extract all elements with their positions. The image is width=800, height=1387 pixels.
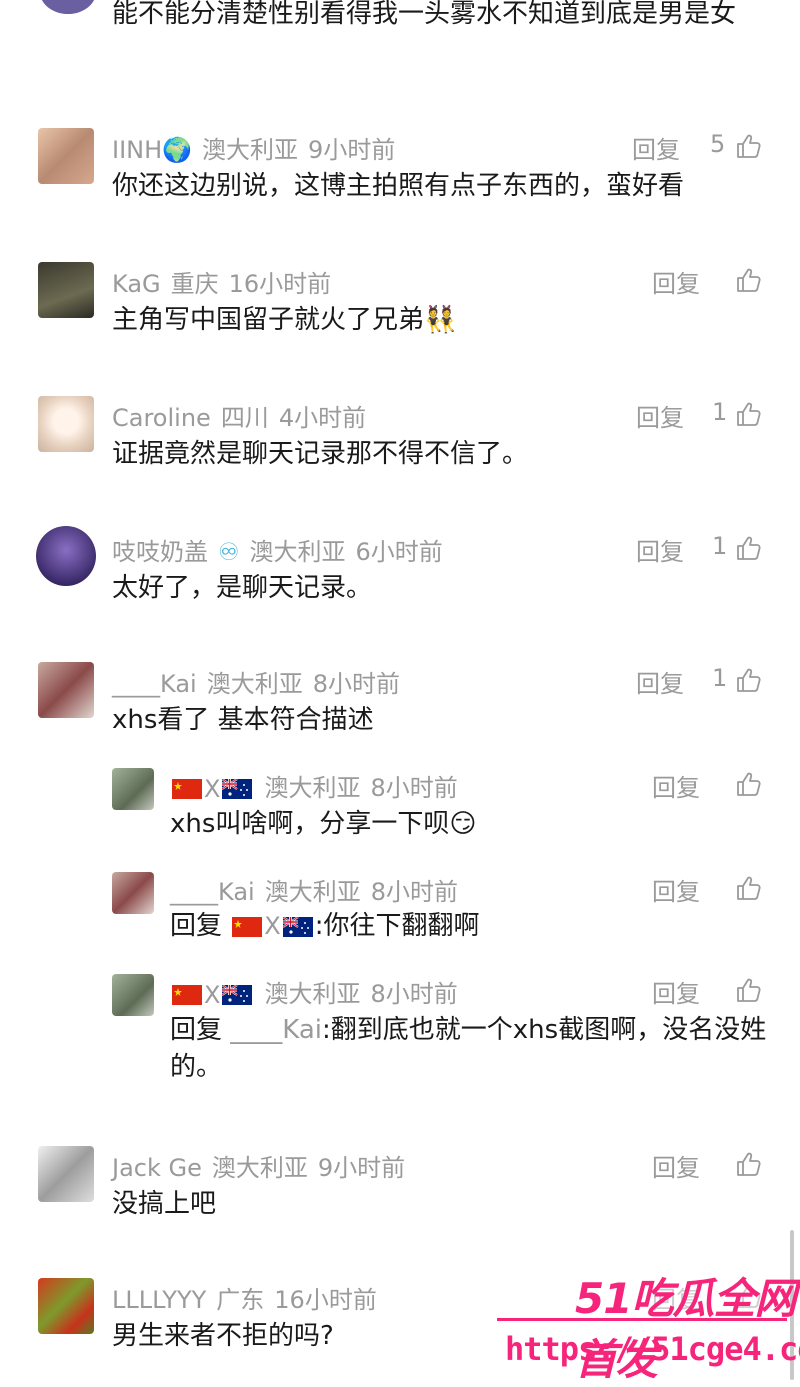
comment-meta: KaG 重庆 16小时前	[112, 270, 332, 298]
reply-text: 回复 X:你往下翻翻啊	[170, 911, 480, 941]
comment-meta: Caroline 四川 4小时前	[112, 404, 367, 432]
like-count: 1	[712, 664, 728, 692]
comment-text: 证据竟然是聊天记录那不得不信了。	[112, 439, 529, 469]
comment-meta: Jack Ge 澳大利亚 9小时前	[112, 1154, 406, 1182]
like-icon[interactable]	[734, 1150, 762, 1178]
avatar[interactable]	[112, 872, 154, 914]
avatar[interactable]	[38, 396, 94, 452]
australia-flag-icon	[283, 917, 313, 937]
like-icon[interactable]	[734, 770, 762, 798]
avatar[interactable]	[38, 1278, 94, 1334]
reply-button[interactable]: 回复	[652, 264, 700, 299]
user-name[interactable]: Caroline	[112, 404, 211, 432]
like-count: 1	[712, 532, 728, 560]
reply-text: xhs叫啥啊，分享一下呗😏	[170, 809, 477, 839]
mention[interactable]: ____Kai	[230, 1015, 322, 1045]
avatar[interactable]	[112, 768, 154, 810]
china-flag-icon	[172, 779, 202, 799]
comment-text: 太好了，是聊天记录。	[112, 573, 373, 603]
user-name[interactable]: 吱吱奶盖	[112, 538, 208, 566]
user-name[interactable]: KaG	[112, 270, 161, 298]
user-name[interactable]: LLLLYYY	[112, 1286, 206, 1314]
user-name[interactable]: ____Kai	[170, 878, 255, 906]
avatar[interactable]	[38, 128, 94, 184]
china-flag-icon	[232, 917, 262, 937]
australia-flag-icon	[222, 985, 252, 1005]
comment-text: 你还这边别说，这博主拍照有点子东西的，蛮好看	[112, 171, 685, 201]
reply-meta: X 澳大利亚 8小时前	[170, 974, 468, 1009]
reply-button[interactable]: 回复	[652, 1148, 700, 1183]
reply-text: 回复 ____Kai:翻到底也就一个xhs截图啊，没名没姓的。	[170, 1015, 767, 1082]
user-name[interactable]: ____Kai	[112, 670, 197, 698]
avatar[interactable]	[36, 526, 96, 586]
user-name[interactable]: Jack Ge	[112, 1154, 202, 1182]
reply-button[interactable]: 回复	[636, 532, 684, 567]
like-icon[interactable]	[734, 976, 762, 1004]
user-name[interactable]: IINH🌍	[112, 136, 192, 164]
comment-text: 能不能分清楚性别看得我一头雾水不知道到底是男是女	[112, 0, 737, 29]
comment-meta: LLLLYYY 广东 16小时前	[112, 1286, 377, 1314]
mention[interactable]: X	[230, 911, 314, 941]
like-icon[interactable]	[734, 534, 762, 562]
reply-button[interactable]: 回复	[652, 974, 700, 1009]
like-icon[interactable]	[734, 666, 762, 694]
comment-text: xhs看了 基本符合描述	[112, 705, 374, 735]
australia-flag-icon	[222, 779, 252, 799]
reply-meta: ____Kai 澳大利亚 8小时前	[170, 878, 458, 906]
like-icon[interactable]	[734, 400, 762, 428]
watermark-divider	[497, 1318, 787, 1321]
comment-meta: ____Kai 澳大利亚 8小时前	[112, 670, 400, 698]
like-count: 5	[710, 130, 726, 158]
user-name[interactable]: X	[170, 980, 254, 1009]
avatar[interactable]	[40, 0, 96, 14]
watermark-logo: 51吃瓜全网首发	[575, 1274, 796, 1384]
like-icon[interactable]	[734, 132, 762, 160]
comment-meta: IINH🌍 澳大利亚 9小时前	[112, 136, 396, 164]
avatar[interactable]	[38, 262, 94, 318]
like-count: 1	[712, 398, 728, 426]
avatar[interactable]	[112, 974, 154, 1016]
avatar[interactable]	[38, 662, 94, 718]
user-name[interactable]: X	[170, 774, 254, 803]
like-icon[interactable]	[734, 266, 762, 294]
watermark-url: https://51cge4.com	[505, 1330, 800, 1368]
comment-meta: 吱吱奶盖 ♾ 澳大利亚 6小时前	[112, 538, 443, 566]
like-icon[interactable]	[734, 874, 762, 902]
reply-button[interactable]: 回复	[636, 664, 684, 699]
reply-button[interactable]: 回复	[632, 130, 680, 165]
reply-button[interactable]: 回复	[652, 768, 700, 803]
reply-button[interactable]: 回复	[652, 872, 700, 907]
avatar[interactable]	[38, 1146, 94, 1202]
reply-button[interactable]: 回复	[636, 398, 684, 433]
comment-text: 男生来者不拒的吗?	[112, 1321, 334, 1351]
china-flag-icon	[172, 985, 202, 1005]
badge-icon: ♾	[218, 538, 240, 566]
comment-text: 没搞上吧	[112, 1189, 217, 1219]
comment-text: 主角写中国留子就火了兄弟👯	[112, 305, 457, 335]
reply-meta: X 澳大利亚 8小时前	[170, 768, 468, 803]
